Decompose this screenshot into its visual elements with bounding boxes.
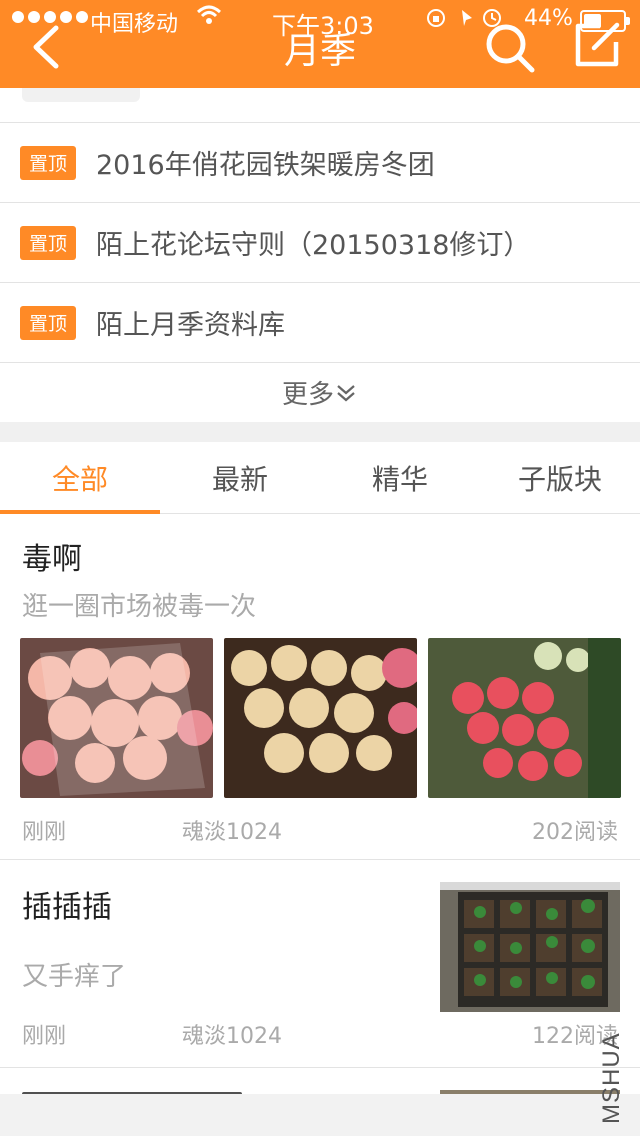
pinned-item-title: 陌上花论坛守则（20150318修订） bbox=[96, 230, 531, 261]
more-label: 更多 bbox=[281, 380, 334, 410]
double-chevron-down-icon bbox=[337, 384, 355, 401]
tab-latest[interactable]: 最新 bbox=[160, 442, 320, 514]
pinned-badge: 置顶 bbox=[20, 225, 76, 260]
search-button[interactable] bbox=[484, 22, 536, 74]
nav-header: 中国移动 下午3:03 44% 月季 bbox=[0, 0, 640, 88]
pinned-badge: 置顶 bbox=[20, 305, 76, 340]
post-time: 刚刚 bbox=[22, 820, 67, 845]
scroll-remnant bbox=[22, 88, 140, 102]
post-subtitle: 又手痒了 bbox=[22, 962, 127, 992]
pinned-item[interactable]: 置顶 2016年俏花园铁架暖房冬团 bbox=[0, 122, 640, 202]
pinned-item-title: 2016年俏花园铁架暖房冬团 bbox=[96, 150, 435, 181]
pinned-badge: 置顶 bbox=[20, 145, 76, 180]
pinned-list: 置顶 2016年俏花园铁架暖房冬团 置顶 陌上花论坛守则（20150318修订）… bbox=[0, 122, 640, 1130]
tab-subforums[interactable]: 子版块 bbox=[480, 442, 640, 514]
edit-icon bbox=[575, 22, 620, 67]
post-title: 插插插 bbox=[22, 890, 112, 925]
post-image-row bbox=[20, 638, 621, 798]
watermark: MSHUA bbox=[598, 1032, 625, 1124]
more-button[interactable]: 更多 bbox=[0, 362, 640, 422]
post-image[interactable] bbox=[224, 638, 417, 798]
post-card[interactable]: 毒啊 逛一圈市场被毒一次 刚刚 魂淡1024 202阅读 bbox=[0, 514, 640, 860]
pinned-item[interactable]: 置顶 陌上花论坛守则（20150318修订） bbox=[0, 202, 640, 282]
post-subtitle: 逛一圈市场被毒一次 bbox=[22, 592, 257, 622]
post-read-count: 202阅读 bbox=[532, 820, 618, 845]
app-screen: 中国移动 下午3:03 44% 月季 置顶 2016年俏花园铁架暖房冬团 置顶 … bbox=[0, 0, 640, 1136]
post-time: 刚刚 bbox=[22, 1024, 67, 1049]
post-author[interactable]: 魂淡1024 bbox=[182, 814, 282, 846]
bottom-bar bbox=[0, 1094, 640, 1136]
new-post-button[interactable] bbox=[570, 18, 624, 72]
pinned-item-title: 陌上月季资料库 bbox=[96, 310, 285, 341]
search-icon bbox=[486, 24, 535, 73]
section-divider bbox=[0, 422, 640, 442]
post-image[interactable] bbox=[428, 638, 621, 798]
post-card[interactable]: 插插插 又手痒了 刚刚 魂淡1024 122阅读 bbox=[0, 860, 640, 1068]
post-image[interactable] bbox=[440, 882, 620, 1012]
tab-featured[interactable]: 精华 bbox=[320, 442, 480, 514]
tab-all[interactable]: 全部 bbox=[0, 442, 160, 515]
tab-bar: 全部 最新 精华 子版块 bbox=[0, 442, 640, 515]
post-author[interactable]: 魂淡1024 bbox=[182, 1018, 282, 1050]
post-title: 毒啊 bbox=[22, 542, 82, 577]
post-image[interactable] bbox=[20, 638, 213, 798]
pinned-item[interactable]: 置顶 陌上月季资料库 bbox=[0, 282, 640, 362]
page-title: 月季 bbox=[283, 31, 356, 72]
